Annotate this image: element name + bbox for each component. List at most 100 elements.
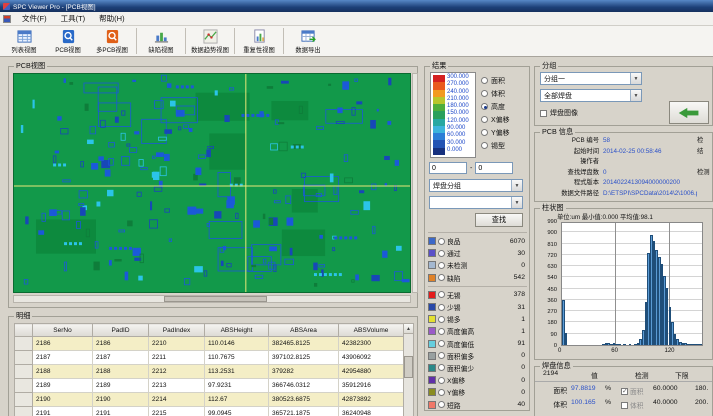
- menu-item[interactable]: 文件(F): [15, 13, 54, 24]
- checkbox-label: 体积: [630, 400, 644, 410]
- pcb-component: [63, 180, 70, 182]
- table-vertical-scrollbar[interactable]: ▲: [403, 323, 414, 416]
- pcb-component: [339, 236, 342, 239]
- pcb-horizontal-scrollbar[interactable]: [13, 295, 411, 303]
- histogram-bar: [700, 344, 703, 345]
- column-header-serno[interactable]: SerNo: [33, 324, 93, 337]
- gridline: [562, 321, 702, 322]
- pad-select-dropdown[interactable]: 全部焊盘 ▼: [540, 89, 642, 102]
- legend-radio[interactable]: [438, 250, 445, 257]
- legend-radio[interactable]: [438, 328, 445, 335]
- radio-button[interactable]: [481, 129, 488, 136]
- metric-option[interactable]: Y偏移: [481, 126, 510, 139]
- legend-radio[interactable]: [438, 340, 445, 347]
- legend-radio[interactable]: [438, 238, 445, 245]
- table-row[interactable]: 218821882212113.253137928242954880: [15, 365, 404, 379]
- toolbar-data-export-button[interactable]: 数据导出: [286, 27, 330, 56]
- scale-segment: [433, 97, 445, 104]
- legend-radio[interactable]: [438, 352, 445, 359]
- legend-color-chip: [428, 249, 436, 257]
- legend-radio[interactable]: [438, 401, 445, 408]
- pcb-component: [127, 220, 132, 226]
- legend-radio[interactable]: [438, 316, 445, 323]
- group-select-dropdown[interactable]: 分组一 ▼: [540, 72, 642, 85]
- table-row[interactable]: 218721872211110.7675397102.812543906092: [15, 351, 404, 365]
- pcb-component: [209, 221, 242, 238]
- metric-option[interactable]: 高度: [481, 100, 510, 113]
- range-from-input[interactable]: [429, 162, 467, 174]
- legend-count: 6070: [510, 238, 527, 245]
- pad-check-option[interactable]: 体积: [621, 400, 644, 410]
- legend-radio[interactable]: [438, 304, 445, 311]
- pad-group-dropdown[interactable]: 焊盘分组 ▼: [429, 179, 523, 192]
- legend-radio[interactable]: [438, 377, 445, 384]
- search-button[interactable]: 查找: [475, 213, 523, 227]
- radio-button[interactable]: [481, 77, 488, 84]
- range-to-input[interactable]: [475, 162, 513, 174]
- column-header-padindex[interactable]: PadIndex: [149, 324, 205, 337]
- column-header-absvolume[interactable]: ABSVolume: [339, 324, 404, 337]
- legend-radio[interactable]: [438, 389, 445, 396]
- toolbar-list-view-button[interactable]: 列表视图: [2, 27, 46, 56]
- pcb-component: [179, 127, 181, 130]
- table-row[interactable]: 21912191221599.0945365721.187536240948: [15, 407, 404, 416]
- chevron-down-icon[interactable]: ▼: [511, 180, 522, 191]
- sub-group-dropdown[interactable]: ▼: [429, 196, 523, 209]
- column-header-absheight[interactable]: ABSHeight: [205, 324, 269, 337]
- legend-radio[interactable]: [438, 291, 445, 298]
- radio-button[interactable]: [481, 90, 488, 97]
- pcb-component: [285, 259, 294, 265]
- legend-count: 0: [521, 364, 527, 371]
- pcb-component: [282, 229, 325, 256]
- menu-item[interactable]: 工具(T): [54, 13, 93, 24]
- metric-option[interactable]: X偏移: [481, 113, 510, 126]
- pcb-component: [90, 126, 96, 134]
- radio-button[interactable]: [481, 103, 488, 110]
- pcb-component: [114, 247, 117, 250]
- pad-metric-name: 体积: [539, 399, 567, 409]
- toolbar-trend-view-button[interactable]: 数据趋势视图: [188, 27, 232, 56]
- metric-option[interactable]: 面积: [481, 74, 510, 87]
- pcb-component: [158, 137, 166, 140]
- pcb-component: [194, 266, 203, 272]
- pad-image-option[interactable]: 焊盘图像: [540, 108, 578, 118]
- y-tick-label: 810: [537, 242, 557, 248]
- metric-checkbox[interactable]: [621, 388, 628, 395]
- chevron-down-icon[interactable]: ▼: [630, 73, 641, 84]
- pad-check-option[interactable]: 面积: [621, 386, 644, 396]
- table-row[interactable]: 219021902214112.67380523.687542873892: [15, 393, 404, 407]
- pcb-component: [24, 280, 28, 285]
- scroll-up-arrow-icon[interactable]: ▲: [404, 324, 413, 334]
- toolbar-defect-view-button[interactable]: 缺陷视图: [139, 27, 183, 56]
- table-row[interactable]: 218621862210110.0146382465.812542382300: [15, 337, 404, 351]
- pcb-component: [98, 103, 130, 127]
- pcb-canvas[interactable]: [13, 73, 411, 293]
- column-header-padid[interactable]: PadID: [93, 324, 149, 337]
- radio-button[interactable]: [481, 116, 488, 123]
- legend-label: 高度偏低: [447, 339, 515, 349]
- metric-option[interactable]: 锡型: [481, 139, 510, 152]
- legend-radio[interactable]: [438, 364, 445, 371]
- table-cell: 2210: [149, 337, 205, 351]
- pad-image-checkbox[interactable]: [540, 110, 547, 117]
- metric-checkbox[interactable]: [621, 402, 628, 409]
- pcb-component: [186, 85, 189, 88]
- toolbar-repeat-view-button[interactable]: 重复性视图: [237, 27, 281, 56]
- pcb-vertical-scrollbar[interactable]: [412, 73, 418, 293]
- menu-item[interactable]: 帮助(H): [92, 13, 131, 24]
- scrollbar-thumb[interactable]: [404, 356, 413, 378]
- info-value: [599, 157, 697, 168]
- table-row[interactable]: 21892189221397.9231366746.031235912916: [15, 379, 404, 393]
- metric-option[interactable]: 体积: [481, 87, 510, 100]
- chevron-down-icon[interactable]: ▼: [630, 90, 641, 101]
- column-header-absarea[interactable]: ABSArea: [269, 324, 339, 337]
- scrollbar-thumb[interactable]: [164, 296, 267, 302]
- back-button[interactable]: [669, 101, 709, 124]
- radio-button[interactable]: [481, 142, 488, 149]
- toolbar-multi-pcb-view-button[interactable]: 多PCB视图: [90, 27, 134, 56]
- legend-radio[interactable]: [438, 274, 445, 281]
- chevron-down-icon[interactable]: ▼: [511, 197, 522, 208]
- legend-item: 高度偏高1: [428, 325, 527, 337]
- toolbar-pcb-view-button[interactable]: PCB视图: [46, 27, 90, 56]
- legend-radio[interactable]: [438, 262, 445, 269]
